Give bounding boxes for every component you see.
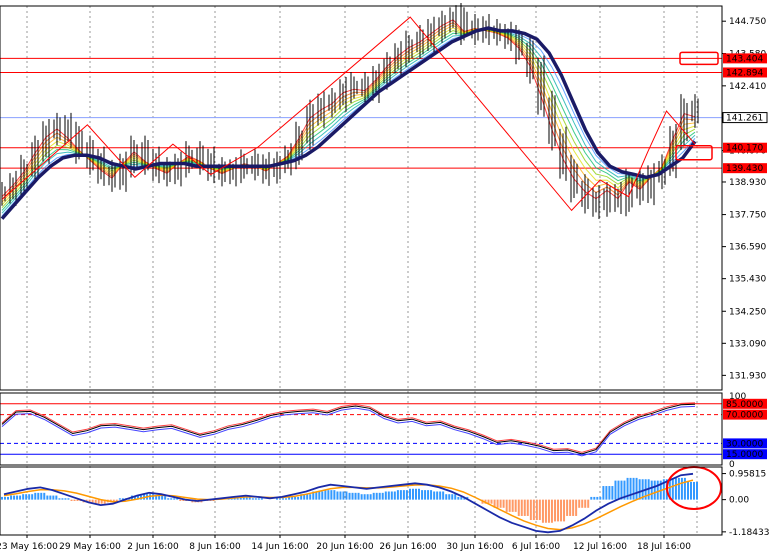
price-tick-label: 136.590	[729, 243, 766, 253]
rsi-tick-label: 100	[729, 392, 746, 402]
x-tick-label: 23 May 16:00	[0, 542, 58, 552]
current-price-label: 141.261	[726, 114, 763, 124]
rsi-level-label: 15.0000	[726, 450, 763, 460]
level-label: 139.430	[726, 164, 763, 174]
x-tick-label: 30 Jun 16:00	[446, 542, 503, 552]
x-tick-label: 14 Jun 16:00	[251, 542, 308, 552]
x-tick-label: 6 Jul 16:00	[512, 542, 561, 552]
price-tick-label: 138.930	[729, 178, 766, 188]
level-label: 143.404	[726, 54, 763, 64]
price-tick-label: 137.750	[729, 211, 766, 221]
price-tick-label: 134.250	[729, 307, 766, 317]
price-tick-label: 142.410	[729, 82, 766, 92]
rsi-level-label: 70.0000	[726, 411, 763, 421]
chart-canvas[interactable]: 23 May 16:00 29 May 16:00 2 Jun 16:00 8 Jun…	[0, 0, 770, 553]
price-tick-label: 144.750	[729, 17, 766, 27]
x-tick-label: 12 Jul 16:00	[573, 542, 627, 552]
forex-chart[interactable]: 23 May 16:00 29 May 16:00 2 Jun 16:00 8 Jun…	[0, 0, 770, 553]
x-tick-label: 2 Jun 16:00	[127, 542, 179, 552]
level-label: 140.170	[726, 144, 763, 154]
price-tick-label: 133.090	[729, 339, 766, 349]
price-tick-label: 135.430	[729, 275, 766, 285]
x-tick-label: 8 Jun 16:00	[189, 542, 241, 552]
price-tick-label: 131.930	[729, 371, 766, 381]
macd-tick-label: 0.95815	[729, 470, 766, 480]
rsi-tick-label: 0	[729, 460, 735, 470]
level-label: 142.894	[726, 68, 763, 78]
macd-tick-label: -1.18433	[729, 528, 769, 538]
macd-tick-label: 0.00	[729, 496, 749, 506]
x-tick-label: 20 Jun 16:00	[316, 542, 373, 552]
x-tick-label: 29 May 16:00	[59, 542, 121, 552]
x-tick-label: 18 Jul 16:00	[637, 542, 691, 552]
rsi-level-label: 30.0000	[726, 439, 763, 449]
x-tick-label: 26 Jun 16:00	[379, 542, 436, 552]
